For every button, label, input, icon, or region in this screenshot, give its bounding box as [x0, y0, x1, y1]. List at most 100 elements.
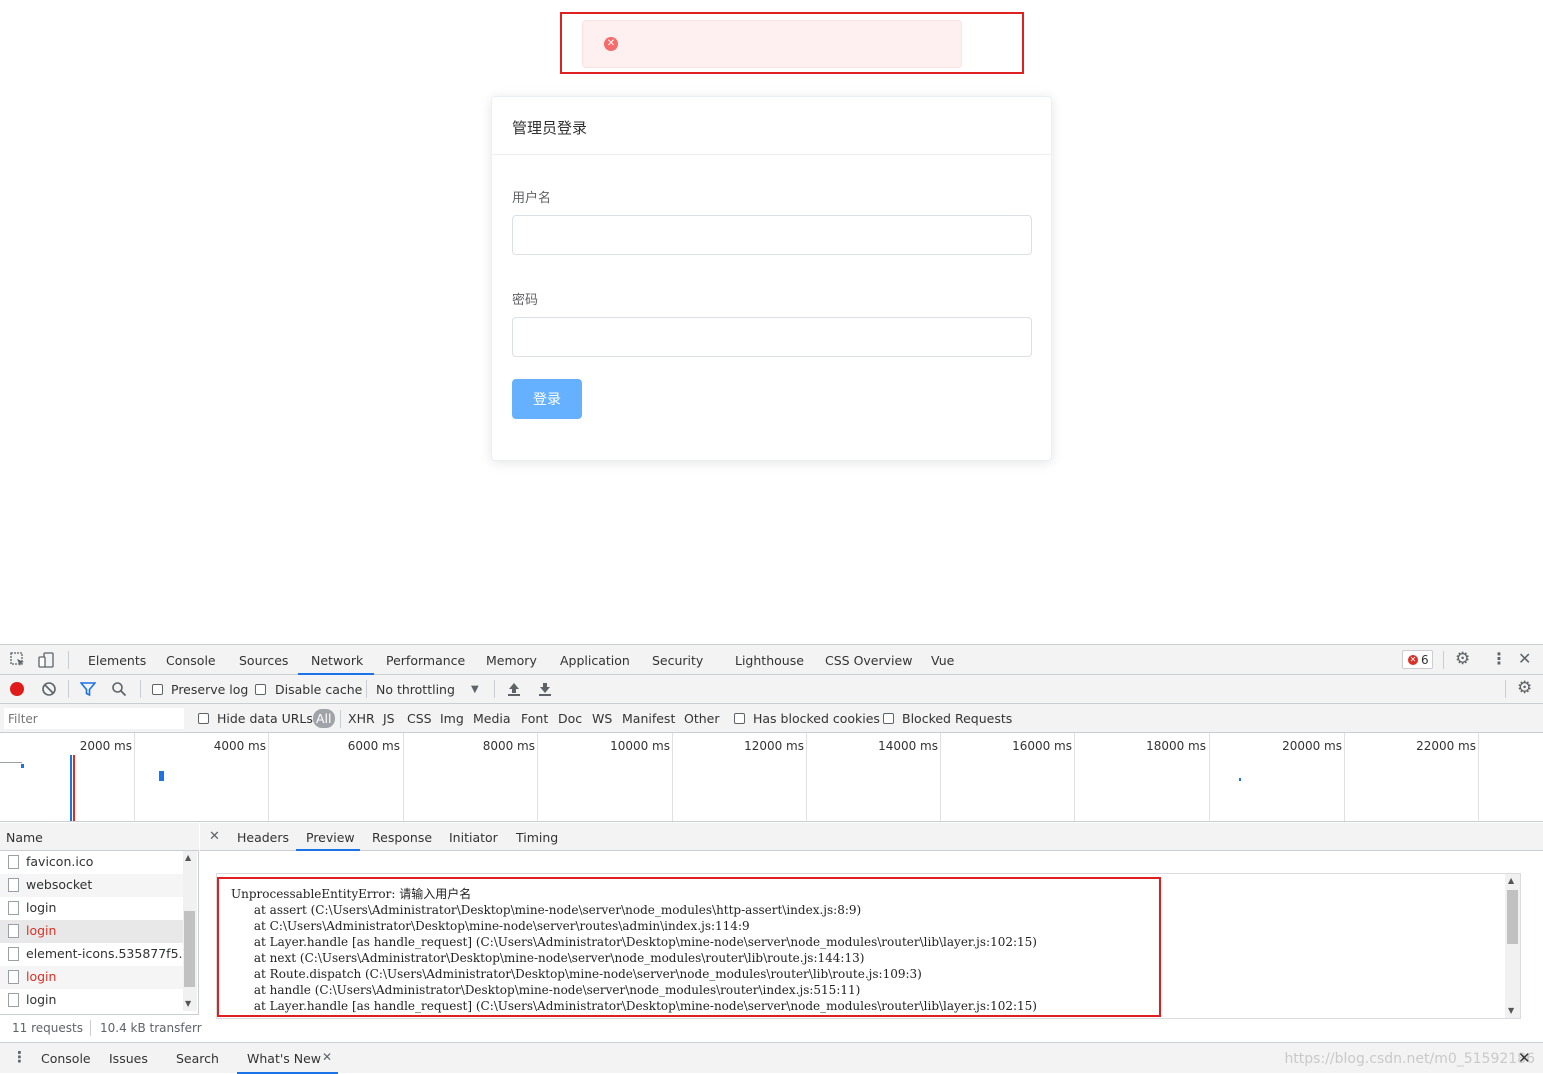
- tab-preview[interactable]: Preview: [306, 830, 355, 845]
- more-options-icon[interactable]: ⋮: [1491, 651, 1507, 667]
- scroll-up-arrow-icon[interactable]: ▲: [1508, 876, 1514, 885]
- tab-timing[interactable]: Timing: [516, 830, 558, 845]
- tab-security[interactable]: Security: [652, 653, 703, 668]
- close-whats-new-icon[interactable]: ✕: [322, 1050, 332, 1064]
- tab-vue[interactable]: Vue: [931, 653, 954, 668]
- type-filter-media[interactable]: Media: [473, 711, 511, 726]
- username-label: 用户名: [512, 191, 552, 206]
- type-filter-all[interactable]: All: [316, 711, 332, 726]
- grid-line: [268, 733, 269, 821]
- username-input[interactable]: [512, 215, 1032, 255]
- type-filter-xhr[interactable]: XHR: [348, 711, 375, 726]
- export-har-icon[interactable]: [538, 681, 552, 701]
- type-filter-ws[interactable]: WS: [592, 711, 612, 726]
- request-row[interactable]: element-icons.535877f5.w...: [0, 943, 183, 966]
- divider: [340, 710, 341, 728]
- has-blocked-cookies-checkbox[interactable]: [734, 713, 745, 724]
- throttling-select[interactable]: No throttling: [376, 682, 455, 697]
- request-row[interactable]: login: [0, 966, 183, 989]
- login-button[interactable]: 登录: [512, 379, 582, 419]
- filter-input[interactable]: [4, 708, 184, 729]
- grid-line: [403, 733, 404, 821]
- grid-line: [1209, 733, 1210, 821]
- preview-scrollbar[interactable]: ▲ ▼: [1505, 874, 1520, 1018]
- grid-line: [940, 733, 941, 821]
- tab-memory[interactable]: Memory: [486, 653, 537, 668]
- type-filter-img[interactable]: Img: [440, 711, 464, 726]
- tab-headers[interactable]: Headers: [237, 830, 289, 845]
- request-row[interactable]: websocket: [0, 874, 183, 897]
- type-filter-doc[interactable]: Doc: [558, 711, 582, 726]
- request-row-selected[interactable]: login: [0, 920, 183, 943]
- tab-application[interactable]: Application: [560, 653, 630, 668]
- tab-network[interactable]: Network: [311, 653, 363, 668]
- file-icon: [8, 993, 19, 1007]
- type-filter-manifest[interactable]: Manifest: [622, 711, 675, 726]
- error-count-badge[interactable]: ✕ 6: [1402, 650, 1433, 669]
- type-filter-other[interactable]: Other: [684, 711, 720, 726]
- clear-icon[interactable]: [41, 681, 57, 701]
- tab-performance[interactable]: Performance: [386, 653, 465, 668]
- has-blocked-cookies-label: Has blocked cookies: [753, 711, 880, 726]
- scrollbar-thumb[interactable]: [184, 911, 195, 987]
- inspect-element-icon[interactable]: [10, 652, 26, 672]
- scroll-down-arrow-icon[interactable]: ▼: [185, 999, 191, 1008]
- type-filter-css[interactable]: CSS: [407, 711, 432, 726]
- tab-css-overview[interactable]: CSS Overview: [825, 653, 912, 668]
- tab-response[interactable]: Response: [372, 830, 432, 845]
- tab-sources[interactable]: Sources: [239, 653, 288, 668]
- password-input[interactable]: [512, 317, 1032, 357]
- annotation-highlight-toast: [560, 12, 1024, 74]
- chevron-down-icon[interactable]: ▼: [471, 682, 479, 698]
- scrollbar-thumb[interactable]: [1507, 890, 1518, 944]
- filter-icon[interactable]: [79, 681, 97, 701]
- record-icon[interactable]: [10, 682, 24, 696]
- close-drawer-icon[interactable]: ✕: [1518, 1049, 1531, 1067]
- divider: [366, 680, 367, 698]
- type-filter-js[interactable]: JS: [383, 711, 395, 726]
- request-row[interactable]: login: [0, 897, 183, 920]
- close-devtools-icon[interactable]: ✕: [1518, 651, 1531, 667]
- watermark: https://blog.csdn.net/m0_51592186: [1284, 1051, 1535, 1067]
- timeline-tick-label: 16000 ms: [1012, 739, 1072, 753]
- request-count: 11 requests: [12, 1021, 83, 1035]
- grid-line: [1478, 733, 1479, 821]
- drawer-tab-search[interactable]: Search: [176, 1051, 219, 1066]
- tab-console[interactable]: Console: [166, 653, 216, 668]
- tab-initiator[interactable]: Initiator: [449, 830, 498, 845]
- import-har-icon[interactable]: [507, 681, 521, 701]
- drawer-tab-console[interactable]: Console: [41, 1051, 91, 1066]
- divider: [140, 680, 141, 698]
- request-bar: [21, 764, 24, 768]
- settings-gear-icon[interactable]: ⚙: [1455, 651, 1470, 668]
- device-toolbar-icon[interactable]: [38, 652, 54, 672]
- tab-elements[interactable]: Elements: [88, 653, 146, 668]
- request-row[interactable]: login: [0, 989, 183, 1012]
- hide-data-urls-label: Hide data URLs: [217, 711, 313, 726]
- close-detail-icon[interactable]: ✕: [209, 829, 220, 844]
- request-list-scrollbar[interactable]: ▲ ▼: [183, 851, 197, 1011]
- drawer-tab-whats-new[interactable]: What's New: [247, 1051, 321, 1066]
- hide-data-urls-checkbox[interactable]: [198, 713, 209, 724]
- network-timeline-overview[interactable]: 2000 ms 4000 ms 6000 ms 8000 ms 10000 ms…: [0, 733, 1543, 822]
- disable-cache-checkbox[interactable]: [255, 684, 266, 695]
- request-name: login: [26, 900, 57, 915]
- active-detail-tab-indicator: [296, 849, 360, 851]
- scroll-down-arrow-icon[interactable]: ▼: [1508, 1006, 1514, 1015]
- search-icon[interactable]: [111, 681, 127, 701]
- network-settings-gear-icon[interactable]: ⚙: [1517, 680, 1532, 697]
- detail-tabs: ✕ Headers Preview Response Initiator Tim…: [200, 823, 1543, 851]
- blocked-requests-checkbox[interactable]: [883, 713, 894, 724]
- type-filter-font[interactable]: Font: [521, 711, 548, 726]
- tab-lighthouse[interactable]: Lighthouse: [735, 653, 804, 668]
- login-card: 管理员登录 用户名 密码 登录: [491, 96, 1052, 461]
- name-column-header[interactable]: Name: [0, 823, 199, 851]
- dom-content-loaded-line: [70, 755, 72, 821]
- drawer-tab-issues[interactable]: Issues: [109, 1051, 148, 1066]
- request-row[interactable]: favicon.ico: [0, 851, 183, 874]
- drawer-menu-icon[interactable]: ⋮: [12, 1049, 27, 1065]
- scroll-up-arrow-icon[interactable]: ▲: [185, 853, 191, 862]
- file-icon: [8, 970, 19, 984]
- grid-line: [672, 733, 673, 821]
- preserve-log-checkbox[interactable]: [152, 684, 163, 695]
